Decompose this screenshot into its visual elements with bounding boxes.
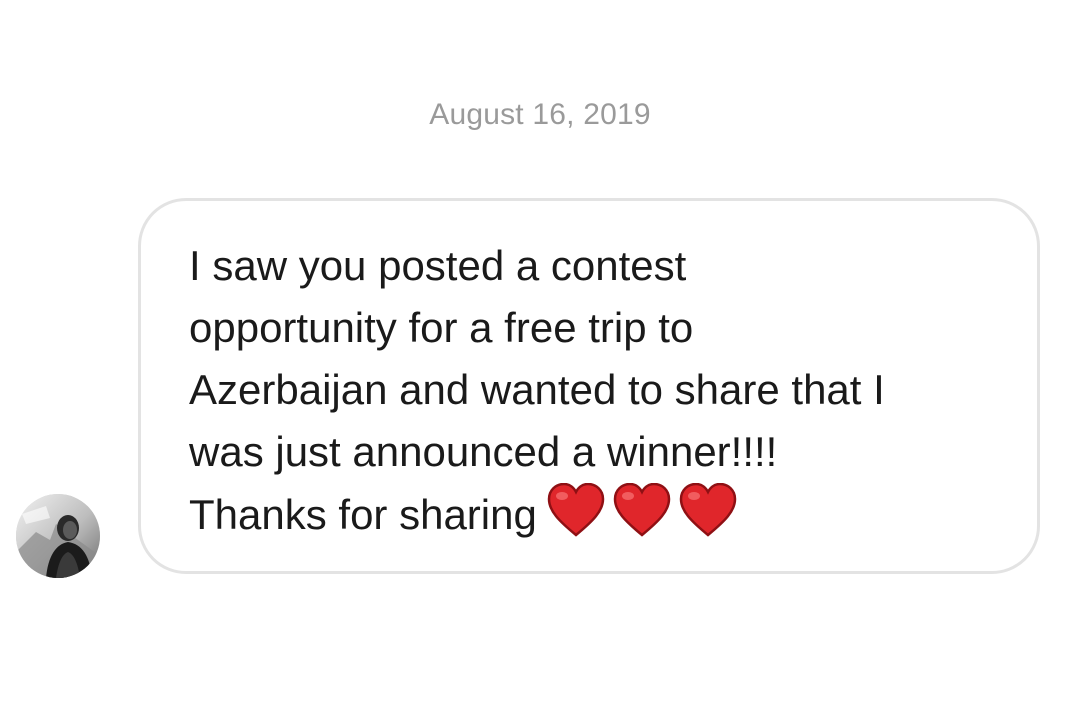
avatar-photo bbox=[16, 494, 100, 578]
message-bubble[interactable]: I saw you posted a contest opportunity f… bbox=[138, 198, 1040, 574]
message-line: Azerbaijan and wanted to share that I bbox=[189, 366, 885, 413]
message-text: I saw you posted a contest opportunity f… bbox=[189, 235, 1019, 554]
message-line: opportunity for a free trip to bbox=[189, 304, 694, 351]
red-heart-icon bbox=[547, 483, 605, 537]
red-heart-icon bbox=[679, 483, 737, 537]
date-stamp: August 16, 2019 bbox=[429, 98, 651, 131]
sender-avatar[interactable] bbox=[16, 494, 100, 578]
message-line: Thanks for sharing bbox=[189, 491, 537, 538]
heart-emoji-group bbox=[547, 483, 745, 554]
red-heart-icon bbox=[613, 483, 671, 537]
message-line: I saw you posted a contest bbox=[189, 242, 687, 289]
message-line-with-emoji: Thanks for sharing bbox=[189, 483, 1019, 554]
message-line: was just announced a winner!!!! bbox=[189, 428, 778, 475]
